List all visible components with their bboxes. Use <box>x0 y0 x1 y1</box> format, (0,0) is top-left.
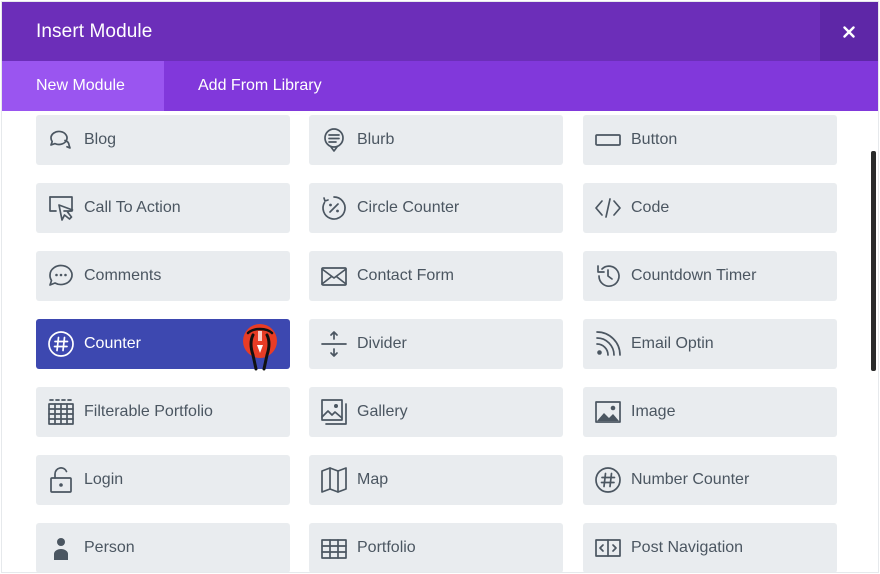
divi-logo-icon <box>243 324 277 371</box>
module-label: Number Counter <box>631 471 750 488</box>
envelope-icon <box>319 261 349 291</box>
grid-table-icon <box>46 397 76 427</box>
rss-icon <box>593 329 623 359</box>
hash-circle-icon <box>593 465 623 495</box>
module-blog[interactable]: Blog <box>36 115 290 165</box>
module-label: Divider <box>357 335 407 352</box>
button-icon <box>593 125 623 155</box>
module-countdown-timer[interactable]: Countdown Timer <box>583 251 837 301</box>
scrollbar[interactable] <box>871 151 876 371</box>
code-icon <box>593 193 623 223</box>
module-blurb[interactable]: Blurb <box>309 115 563 165</box>
module-login[interactable]: Login <box>36 455 290 505</box>
module-label: Blog <box>84 131 117 148</box>
module-label: Person <box>84 539 135 556</box>
image-icon <box>593 397 623 427</box>
portfolio-grid-icon <box>319 533 349 563</box>
module-label: Gallery <box>357 403 408 420</box>
module-label: Blurb <box>357 131 395 148</box>
close-icon <box>843 26 855 38</box>
module-filterable-portfolio[interactable]: Filterable Portfolio <box>36 387 290 437</box>
module-label: Counter <box>84 335 141 352</box>
module-portfolio[interactable]: Portfolio <box>309 523 563 572</box>
gallery-icon <box>319 397 349 427</box>
modal-title: Insert Module <box>36 21 153 42</box>
cursor-click-icon <box>46 193 76 223</box>
module-gallery[interactable]: Gallery <box>309 387 563 437</box>
post-nav-icon <box>593 533 623 563</box>
module-map[interactable]: Map <box>309 455 563 505</box>
divider-icon <box>319 329 349 359</box>
module-label: Post Navigation <box>631 539 744 556</box>
module-button[interactable]: Button <box>583 115 837 165</box>
modal-header: Insert Module <box>2 2 878 61</box>
module-contact-form[interactable]: Contact Form <box>309 251 563 301</box>
modal-tabs: New Module Add From Library <box>2 61 878 111</box>
module-label: Circle Counter <box>357 199 460 216</box>
comment-dots-icon <box>46 261 76 291</box>
module-email-optin[interactable]: Email Optin <box>583 319 837 369</box>
module-label: Countdown Timer <box>631 267 757 284</box>
insert-module-modal: Insert Module New Module Add From Librar… <box>2 2 878 572</box>
module-image[interactable]: Image <box>583 387 837 437</box>
module-label: Button <box>631 131 678 148</box>
tab-new-module[interactable]: New Module <box>2 61 164 111</box>
module-post-navigation[interactable]: Post Navigation <box>583 523 837 572</box>
chat-bubbles-icon <box>46 125 76 155</box>
module-counter[interactable]: Counter <box>36 319 290 371</box>
history-icon <box>593 261 623 291</box>
circle-percent-icon <box>319 193 349 223</box>
module-circle-counter[interactable]: Circle Counter <box>309 183 563 233</box>
module-call-to-action[interactable]: Call To Action <box>36 183 290 233</box>
module-label: Login <box>84 471 124 488</box>
module-label: Contact Form <box>357 267 454 284</box>
module-code[interactable]: Code <box>583 183 837 233</box>
module-label: Email Optin <box>631 335 714 352</box>
close-button[interactable] <box>820 2 878 61</box>
lock-icon <box>46 465 76 495</box>
module-label: Comments <box>84 267 162 284</box>
map-icon <box>319 465 349 495</box>
module-comments[interactable]: Comments <box>36 251 290 301</box>
module-label: Filterable Portfolio <box>84 403 213 420</box>
speech-bubble-icon <box>319 125 349 155</box>
module-label: Call To Action <box>84 199 181 216</box>
module-label: Image <box>631 403 676 420</box>
module-label: Map <box>357 471 389 488</box>
person-icon <box>46 533 76 563</box>
module-label: Code <box>631 199 670 216</box>
module-divider[interactable]: Divider <box>309 319 563 369</box>
hash-circle-icon <box>46 329 76 359</box>
module-label: Portfolio <box>357 539 416 556</box>
module-list[interactable]: Blog Blurb Button Call To Action Circle Coun… <box>2 111 878 572</box>
tab-add-from-library[interactable]: Add From Library <box>164 61 356 111</box>
module-number-counter[interactable]: Number Counter <box>583 455 837 505</box>
module-person[interactable]: Person <box>36 523 290 572</box>
